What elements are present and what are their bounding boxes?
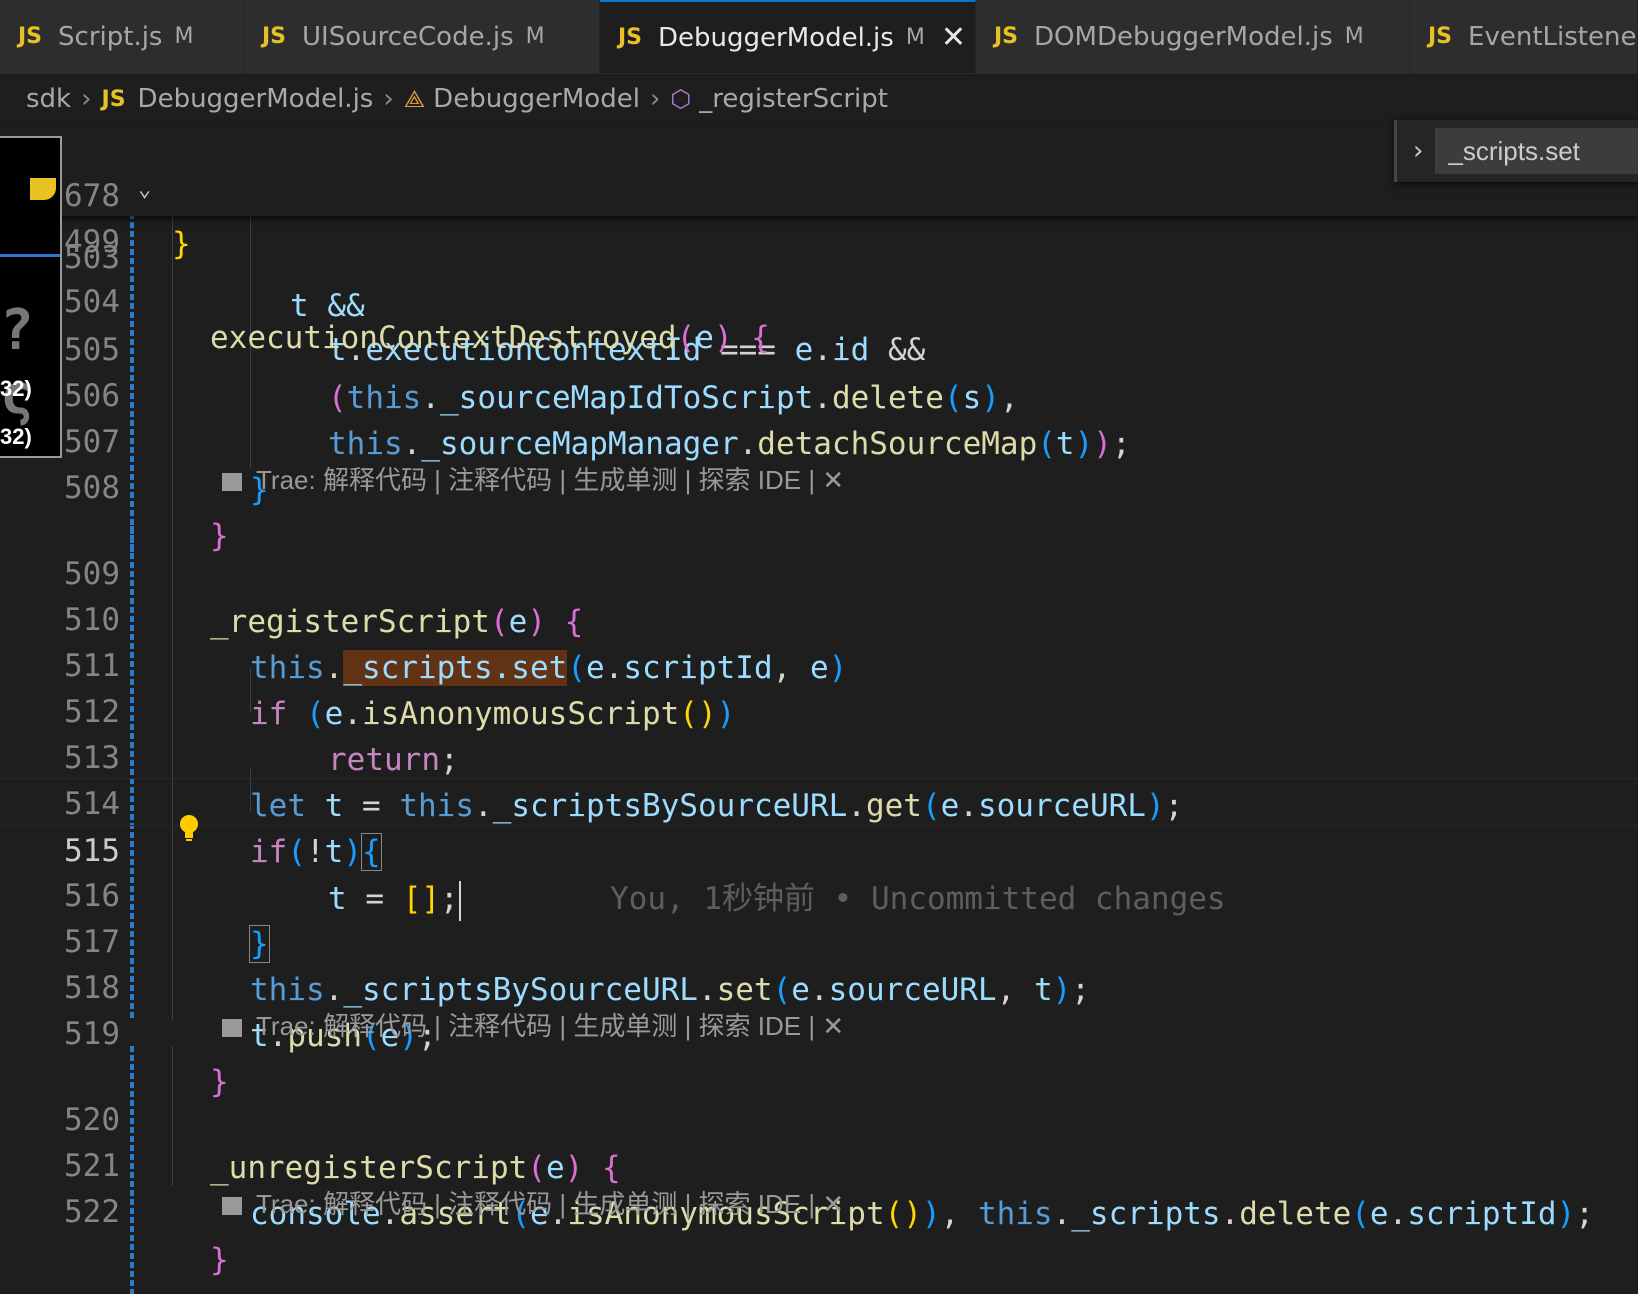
code-line[interactable]: 518 t.push(e); xyxy=(0,916,1638,1054)
peek-overlay: ?ς 32) 32) xyxy=(0,136,62,458)
code-token: executionContextDestroyed xyxy=(210,320,677,356)
code-line[interactable]: 507 } xyxy=(0,370,1638,508)
code-line[interactable]: 517 this._scriptsBySourceURL.set(e.sourc… xyxy=(0,870,1638,1008)
line-number: 499 xyxy=(64,224,120,260)
codelens-actions[interactable]: Trae: 解释代码 | 注释代码 | 生成单测 | 探索 IDE | ✕ xyxy=(256,1189,844,1219)
codelens-actions[interactable]: Trae: 解释代码 | 注释代码 | 生成单测 | 探索 IDE | ✕ xyxy=(256,465,844,495)
code-line[interactable]: 509 _registerScript(e) { xyxy=(0,502,1638,640)
code-line[interactable]: 510 this._scripts.set(e.scriptId, e) xyxy=(0,548,1638,686)
peek-text: 32) xyxy=(0,424,32,449)
breadcrumb-file[interactable]: DebuggerModel.js xyxy=(138,84,374,114)
class-symbol-icon: ⟁ xyxy=(403,85,426,113)
sticky-line[interactable]: 678 } xyxy=(0,124,1638,262)
chevron-right-icon: › xyxy=(649,84,661,114)
code-line[interactable]: 521 console.assert(e.isAnonymousScript()… xyxy=(0,1094,1638,1232)
js-file-icon: JS xyxy=(994,24,1019,49)
peek-divider xyxy=(0,254,60,257)
codelens-actions[interactable]: Trae: 解释代码 | 注释代码 | 生成单测 | 探索 IDE | ✕ xyxy=(256,1011,844,1041)
tab-label: UISourceCode.js xyxy=(302,21,514,52)
chevron-right-icon: › xyxy=(81,84,92,114)
breadcrumb-folder[interactable]: sdk xyxy=(26,84,71,114)
line-number: 522 xyxy=(64,1194,120,1230)
code-line[interactable]: 522 } xyxy=(0,1140,1638,1278)
breadcrumb-method[interactable]: _registerScript xyxy=(699,84,888,114)
ai-codelens[interactable]: Trae: 解释代码 | 注释代码 | 生成单测 | 探索 IDE | ✕ xyxy=(222,1006,844,1046)
peek-glyph xyxy=(30,178,56,200)
tab-eventlistener[interactable]: JS EventListener xyxy=(1410,0,1638,73)
modified-indicator: M xyxy=(905,25,925,50)
js-file-icon: JS xyxy=(101,86,126,112)
code-line[interactable]: 519 } xyxy=(0,962,1638,1100)
trae-icon xyxy=(222,473,242,492)
tab-uisourcecode-js[interactable]: JS UISourceCode.js M xyxy=(244,0,600,73)
tab-label: DebuggerModel.js xyxy=(658,22,894,53)
code-line[interactable]: 520 _unregisterScript(e) { xyxy=(0,1048,1638,1186)
code-token: _scripts xyxy=(1071,1196,1221,1232)
code-token: } xyxy=(172,226,191,262)
find-input[interactable]: _scripts.set xyxy=(1435,128,1638,174)
breadcrumb-class[interactable]: DebuggerModel xyxy=(433,84,640,114)
tab-debuggermodel-js[interactable]: JS DebuggerModel.js M ✕ xyxy=(600,0,976,73)
tab-script-js[interactable]: JS Script.js M xyxy=(0,0,244,73)
code-token: e xyxy=(1369,1196,1389,1232)
trae-icon xyxy=(222,1019,242,1038)
trae-icon xyxy=(222,1197,242,1216)
js-file-icon: JS xyxy=(262,24,287,49)
ai-codelens[interactable]: Trae: 解释代码 | 注释代码 | 生成单测 | 探索 IDE | ✕ xyxy=(222,460,844,500)
find-widget: › _scripts.set xyxy=(1394,120,1638,182)
js-file-icon: JS xyxy=(618,25,643,50)
code-line[interactable]: 511 if (e.isAnonymousScript()) xyxy=(0,594,1638,732)
tab-label: Script.js xyxy=(58,21,163,52)
sticky-line[interactable]: 499 ⌄ executionContextDestroyed(e) { xyxy=(0,170,1638,356)
code-line[interactable]: 512 return; xyxy=(0,640,1638,778)
tab-label: EventListener xyxy=(1468,21,1638,52)
modified-indicator: M xyxy=(1344,24,1364,49)
js-file-icon: JS xyxy=(1428,24,1453,49)
code-editor[interactable]: 503 t && 504 t.executionContextId === e.… xyxy=(0,124,1638,1294)
sticky-scroll-header[interactable]: 678 } 499 ⌄ executionContextDestroyed(e)… xyxy=(0,124,1638,356)
peek-text: 32) xyxy=(0,376,32,401)
tab-label: DOMDebuggerModel.js xyxy=(1034,21,1333,52)
js-file-icon: JS xyxy=(18,24,43,49)
chevron-right-icon[interactable]: › xyxy=(1413,136,1423,166)
code-line[interactable]: 516 } xyxy=(0,824,1638,963)
tab-domdebuggermodel-js[interactable]: JS DOMDebuggerModel.js M xyxy=(976,0,1410,73)
code-line[interactable]: 508 } xyxy=(0,416,1638,554)
peek-glyph: ?ς xyxy=(0,298,34,428)
code-line[interactable]: 504 t.executionContextId === e.id && xyxy=(0,230,1638,368)
code-token: scriptId xyxy=(1407,1196,1557,1232)
code-line[interactable]: 514 if(!t){ xyxy=(0,732,1638,871)
close-tab-icon[interactable]: ✕ xyxy=(941,20,966,55)
chevron-right-icon: › xyxy=(383,84,394,114)
fold-chevron-icon[interactable]: ⌄ xyxy=(138,166,151,214)
editor-tab-bar: JS Script.js M JS UISourceCode.js M JS D… xyxy=(0,0,1638,74)
ai-codelens[interactable]: Trae: 解释代码 | 注释代码 | 生成单测 | 探索 IDE | ✕ xyxy=(222,1184,844,1224)
method-symbol-icon: ⬡ xyxy=(670,85,692,113)
code-token: delete xyxy=(1239,1196,1352,1232)
code-line-current[interactable]: 515 t = []; You, 1秒钟前 • Uncommitted chan… xyxy=(0,778,1638,921)
modified-indicator: M xyxy=(525,24,545,49)
code-token: this xyxy=(977,1196,1053,1232)
code-line[interactable]: 513 let t = this._scriptsBySourceURL.get… xyxy=(0,686,1638,824)
modified-indicator: M xyxy=(174,24,194,49)
code-token: e xyxy=(695,320,714,356)
breadcrumb: sdk › JS DebuggerModel.js › ⟁ DebuggerMo… xyxy=(0,74,1638,124)
